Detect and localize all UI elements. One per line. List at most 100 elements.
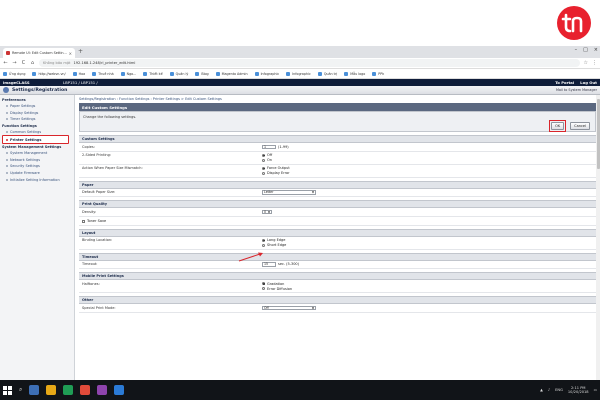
radio-icon [262,243,265,247]
two-sided-on-radio[interactable]: On [262,158,593,162]
task-view-icon[interactable] [29,385,40,395]
scrollbar-thumb[interactable] [596,99,600,169]
special-print-select[interactable]: Off ▼ [262,305,316,310]
density-label: Density: [82,209,97,214]
bookmark-item[interactable]: Quản lý [169,71,188,76]
notifications-icon[interactable]: ▭ [594,388,597,392]
radio-selected-icon [262,238,265,242]
menu-icon[interactable]: ⋮ [592,60,597,66]
paper-size-row: Default Paper Size: Letter ▼ [79,189,596,197]
media-app-icon[interactable] [97,385,108,395]
new-tab-button[interactable]: + [78,49,83,55]
toner-save-checkbox[interactable]: Toner Save [82,219,106,223]
clock[interactable]: 2:11 PM 10/20/2018 [568,386,589,395]
sidebar-item-printer-settings[interactable]: Printer Settings [2,135,69,144]
cancel-button[interactable]: Cancel [570,122,590,130]
copies-input[interactable]: 1 [262,144,276,149]
bookmark-item[interactable]: http://webvn.vn/ [32,71,66,76]
browser-tab[interactable]: Remote UI: Edit Custom Settin... × [3,48,75,58]
bookmark-item[interactable]: PPk [372,71,384,76]
chrome-icon[interactable] [80,385,91,395]
forward-button[interactable]: → [12,60,17,66]
sidebar-item-timer-settings[interactable]: Timer Settings [0,116,74,123]
brand-logo-icon [561,13,583,33]
bookmark-item[interactable]: Thuê nhà [92,71,114,76]
timeout-unit: sec. (5-300) [278,262,300,267]
bullet-icon [6,138,8,141]
bookmark-icon [143,71,148,76]
section-heading: Paper [79,180,596,189]
sidebar-item-initialize[interactable]: Initialize Setting Information [0,176,74,183]
bookmark-icon [344,71,349,76]
density-select[interactable]: 0 ▼ [262,209,272,214]
volume-icon[interactable]: ♪ [548,388,550,392]
bookmark-item[interactable]: Quản trị [317,71,337,76]
bookmark-item[interactable]: Thiết kế [143,71,163,76]
windows-start-icon[interactable] [3,385,12,395]
browser-actions: ☆ ⋮ [584,60,597,66]
back-button[interactable]: ← [3,60,8,66]
star-icon[interactable]: ☆ [584,60,588,66]
page-scrollbar[interactable] [596,95,600,380]
timeout-row: Timeout: 15 sec. (5-300) [79,261,596,269]
gradation-radio[interactable]: Gradation [262,282,593,286]
sidebar-item-update-firmware[interactable]: Update Firmware [0,170,74,177]
file-explorer-icon[interactable] [46,385,57,395]
copies-row: Copies: 1 (1-99) [79,143,596,152]
search-icon[interactable]: ⌕ [19,386,22,394]
form-buttons: OK Cancel [549,120,590,132]
bookmark-item[interactable]: Hoa [72,71,85,76]
network-icon[interactable]: ▲ [540,388,543,392]
timeout-input[interactable]: 15 [262,262,276,267]
two-sided-off-radio[interactable]: Off [262,153,593,157]
paper-size-select[interactable]: Letter ▼ [262,190,316,195]
short-edge-radio[interactable]: Short Edge [262,243,593,247]
bookmark-icon [169,71,174,76]
home-button[interactable]: ⌂ [30,60,35,66]
not-secure-label: Không bảo mật [43,61,71,65]
reload-button[interactable]: C [21,60,26,66]
ok-button[interactable]: OK [551,122,565,130]
red-arrow-icon [238,252,263,262]
system-tray: ▲ ♪ ENG 2:11 PM 10/20/2018 ▭ [540,386,597,395]
section-heading: Mobile Print Settings [79,272,596,280]
tab-close-icon[interactable]: × [69,51,72,56]
long-edge-radio[interactable]: Long Edge [262,238,593,242]
sidebar-item-paper-settings[interactable]: Paper Settings [0,103,74,110]
paper-size-label: Default Paper Size: [82,190,116,194]
sidebar-item-display-settings[interactable]: Display Settings [0,110,74,117]
sidebar-item-common-settings[interactable]: Common Settings [0,129,74,136]
bullet-icon [6,131,8,134]
sidebar-item-system-management[interactable]: System Management [0,150,74,157]
close-window-button[interactable]: × [594,47,598,53]
minimize-button[interactable]: – [575,47,578,53]
bookmark-item[interactable]: Infographic [254,71,279,76]
display-error-radio[interactable]: Display Error [262,171,593,175]
app-icon[interactable] [114,385,125,395]
radio-selected-icon [262,166,265,170]
language-indicator[interactable]: ENG [555,388,563,392]
logout-link[interactable]: Log Out [580,80,597,85]
bookmark-item[interactable]: Blog [195,71,209,76]
special-print-label: Special Print Mode: [82,305,116,310]
bookmark-item[interactable]: Infographic [286,71,311,76]
bookmark-item[interactable]: Magento Admin [215,71,248,76]
sidebar-item-security-settings[interactable]: Security Settings [0,163,74,170]
radio-selected-icon [262,153,265,157]
maximize-button[interactable]: □ [583,47,588,53]
url-input[interactable]: Không bảo mật 192.168.1.248/rl_printer_e… [39,59,580,67]
force-output-radio[interactable]: Force Output [262,166,593,170]
to-portal-link[interactable]: To Portal [555,80,574,85]
bookmark-item[interactable]: Mẫu logo [344,71,365,76]
content-layout: Preferences Paper Settings Display Setti… [0,95,600,380]
error-diffusion-radio[interactable]: Error Diffusion [262,287,593,291]
bookmark-item[interactable]: Ứng dụng [3,71,25,76]
section-heading: Other [79,296,596,304]
bookmark-icon [72,71,77,76]
mail-system-manager-link[interactable]: Mail to System Manager [556,88,597,92]
line-app-icon[interactable] [63,385,74,395]
layout-section: Layout Binding Location: Long Edge Short… [79,228,596,250]
sidebar-item-network-settings[interactable]: Network Settings [0,157,74,164]
mismatch-label: Action When Paper Size Mismatch: [82,166,143,170]
bookmark-item[interactable]: Ngo... [120,71,136,76]
